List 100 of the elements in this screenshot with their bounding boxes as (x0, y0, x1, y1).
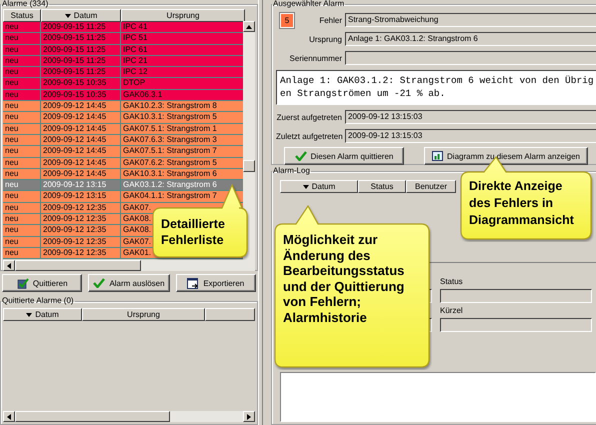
table-row[interactable]: neu 2009-09-12 14:45 GAK07.5.1: Strangstrom 1 (3, 124, 243, 135)
table-cell: GAK07.5.1: Strangstrom 1 (123, 124, 217, 133)
table-row[interactable]: neu 2009-09-12 13:15 GAK04.1.1: Strangstrom 7 (3, 191, 243, 203)
table-cell: neu (5, 191, 18, 200)
table-row[interactable]: neu 2009-09-12 13:15 GAK03.1.2: Strangstrom 6 (3, 180, 243, 192)
input-field[interactable] (440, 289, 592, 303)
table-cell: GAK06.3.1 (123, 90, 162, 99)
table-cell: GAK04.1.1: Strangstrom 7 (123, 191, 217, 200)
table-cell: GAK07.6.3: Strangstrom 3 (123, 134, 217, 144)
field-label: Status (440, 277, 464, 287)
table-row[interactable]: neu 2009-09-15 11:25 IPC 51 (3, 33, 243, 45)
table-cell: neu (5, 202, 18, 212)
field-label: Kürzel (440, 306, 464, 316)
column-header[interactable]: Status (358, 180, 406, 193)
input-field[interactable]: Anlage 1: GAK03.1.2: Strangstrom 6 (345, 32, 596, 46)
input-field[interactable]: 2009-09-12 13:15:03 (345, 129, 596, 143)
column-header[interactable]: Datum (41, 9, 121, 22)
action-button[interactable]: Diesen Alarm quittieren (284, 147, 404, 165)
toolbar-button[interactable]: Exportieren (176, 274, 256, 292)
table-cell: 2009-09-12 14:45 (43, 134, 106, 144)
table-cell: 2009-09-12 12:35 (43, 248, 106, 257)
group-title: Ausgewählter Alarm (272, 0, 346, 8)
table-cell: neu (5, 67, 18, 76)
table-cell: neu (5, 248, 18, 257)
message-box[interactable]: Anlage 1: GAK03.1.2: Strangstrom 6 weicht von den Übrig en Strangströmen um -21 % ab. (276, 70, 596, 105)
table-cell: GAK07. (123, 202, 152, 212)
table-cell: GAK10.2.3: Strangstrom 8 (123, 101, 217, 110)
table-cell: neu (5, 124, 18, 133)
log-list[interactable] (280, 372, 596, 422)
field-label: Zuerst aufgetreten (276, 112, 342, 122)
column-header[interactable]: Datum (280, 180, 358, 193)
table-row[interactable]: neu 2009-09-12 14:45 GAK10.2.3: Strangstrom 8 (3, 101, 243, 112)
input-field[interactable]: 2009-09-12 13:15:03 (345, 110, 596, 124)
table-row[interactable]: neu 2009-09-15 10:35 DTOP (3, 78, 243, 90)
horizontal-scrollbar[interactable] (3, 411, 255, 422)
table-row[interactable]: neu 2009-09-12 14:45 GAK07.6.2: Strangstrom 5 (3, 158, 243, 169)
table-row[interactable]: neu 2009-09-15 11:25 IPC 41 (3, 22, 243, 34)
input-field[interactable] (345, 51, 596, 65)
scrollbar-thumb[interactable] (243, 160, 255, 172)
toolbar-button[interactable]: Quittieren (2, 274, 82, 292)
table-cell: 2009-09-15 11:25 (43, 33, 106, 42)
table-cell: 2009-09-15 11:25 (43, 56, 106, 65)
clipboard-check-icon (16, 278, 29, 288)
table-cell: neu (5, 90, 18, 99)
table-cell: 2009-09-12 14:45 (43, 146, 106, 156)
horizontal-scrollbar[interactable] (3, 260, 243, 271)
vertical-scrollbar[interactable] (243, 21, 255, 271)
field-label: Seriennummer (290, 54, 342, 62)
table-row[interactable]: neu 2009-09-15 10:35 GAK06.3.1 (3, 90, 243, 102)
table-cell: 2009-09-12 13:15 (43, 191, 106, 200)
group-title: Alarme (334) (1, 0, 50, 8)
column-header[interactable]: Datum (3, 308, 82, 321)
table-cell: 2009-09-12 14:45 (43, 168, 106, 178)
column-header[interactable]: Status (3, 9, 41, 22)
table-cell: GAK08. (123, 214, 152, 224)
table-cell: GAK08. (123, 225, 152, 234)
table-cell: 2009-09-12 12:35 (43, 214, 106, 224)
table-row[interactable]: neu 2009-09-15 11:25 IPC 12 (3, 67, 243, 78)
table-row[interactable]: neu 2009-09-12 14:45 GAK07.5.1: Strangstrom 7 (3, 146, 243, 158)
table-cell: 2009-09-12 12:35 (43, 202, 106, 212)
table-cell: neu (5, 33, 18, 42)
table-cell: 2009-09-12 12:35 (43, 225, 106, 234)
scrollbar-thumb[interactable] (15, 411, 170, 422)
table-row[interactable]: neu 2009-09-12 14:45 GAK10.3.1: Strangstrom 5 (3, 112, 243, 124)
table-cell: 2009-09-12 14:45 (43, 112, 106, 122)
table-cell: 2009-09-12 12:35 (43, 236, 106, 246)
toolbar-button[interactable]: Alarm auslösen (88, 274, 170, 292)
table-cell: IPC 12 (123, 67, 148, 76)
field-label: Zuletzt aufgetreten (276, 132, 343, 140)
column-header[interactable] (205, 308, 255, 321)
table-cell: GAK10.3.1: Strangstrom 6 (123, 168, 217, 178)
table-cell: 2009-09-15 11:25 (43, 44, 106, 54)
table-cell: neu (5, 146, 18, 156)
column-header[interactable]: Ursprung (82, 308, 205, 321)
table-cell: 2009-09-12 14:45 (43, 101, 106, 110)
callout-tooltip: Möglichkeit zur Änderung des Bearbeitungsstatus und der Quittierung von Fehlern; Alarmhistorie (274, 205, 432, 370)
input-field[interactable]: Strang-Stromabweichung (345, 13, 596, 27)
table-cell: IPC 41 (123, 22, 148, 31)
table-cell: neu (5, 214, 18, 224)
scroll-left-icon (6, 262, 12, 268)
column-header[interactable]: Benutzer (406, 180, 456, 193)
table-cell: 2009-09-15 11:25 (43, 67, 106, 76)
table-row[interactable]: neu 2009-09-12 14:45 GAK10.3.1: Strangstrom 6 (3, 168, 243, 180)
table-row[interactable]: neu 2009-09-15 11:25 IPC 21 (3, 56, 243, 68)
scrollbar-thumb[interactable] (15, 260, 141, 271)
table-cell: neu (5, 78, 18, 88)
action-button[interactable]: Diagramm zu diesem Alarm anzeigen (424, 147, 588, 165)
sort-caret-icon (26, 312, 32, 316)
table-cell: neu (5, 134, 18, 144)
group-title: Alarm-Log (272, 167, 311, 175)
table-cell: neu (5, 22, 18, 31)
table-cell: 2009-09-12 14:45 (43, 158, 106, 167)
table-cell: 2009-09-15 10:35 (43, 90, 106, 99)
input-field[interactable] (440, 318, 592, 332)
checkmark-icon (294, 151, 307, 161)
sort-caret-icon (302, 184, 309, 188)
table-row[interactable]: neu 2009-09-12 14:45 GAK07.6.3: Strangstrom 3 (3, 134, 243, 146)
column-header[interactable]: Ursprung (121, 9, 245, 22)
table-cell: 2009-09-15 10:35 (43, 78, 106, 88)
table-row[interactable]: neu 2009-09-15 11:25 IPC 61 (3, 44, 243, 56)
